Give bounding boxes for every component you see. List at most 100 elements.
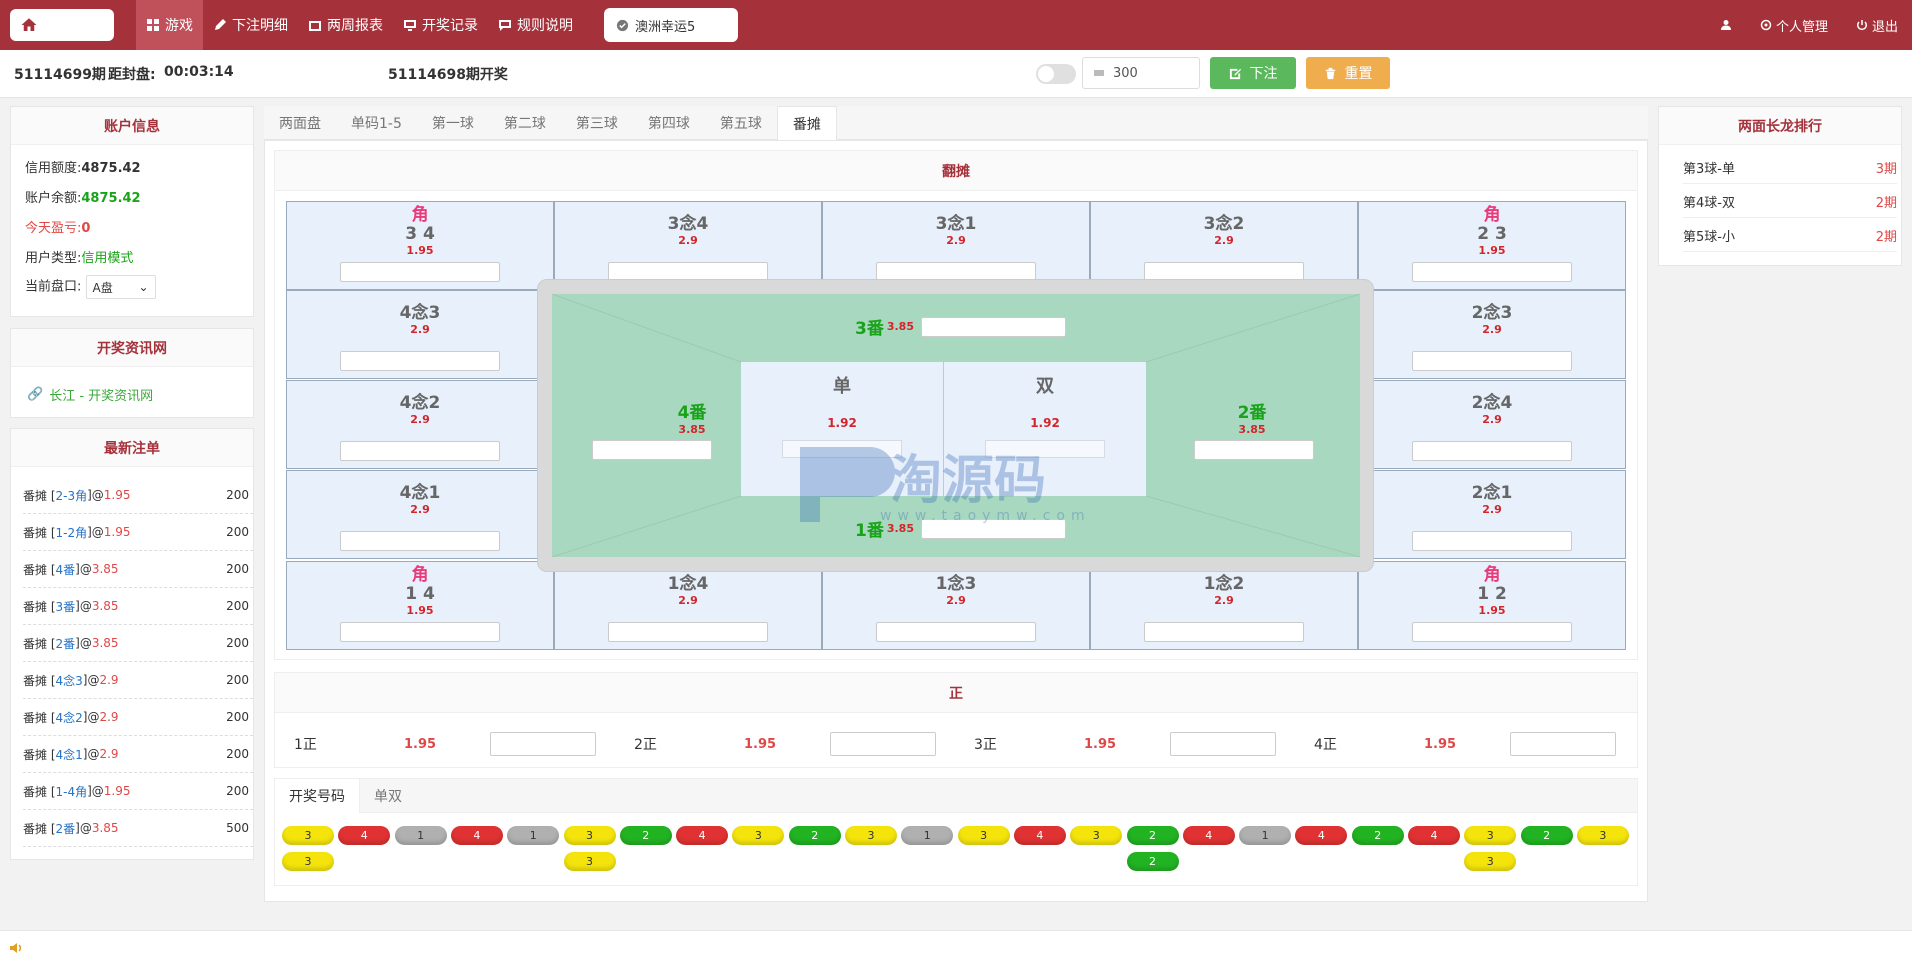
nav-item-rules[interactable]: 规则说明	[488, 0, 583, 50]
bet-amount-input[interactable]: 300	[1082, 57, 1200, 89]
odd-input[interactable]	[782, 440, 902, 458]
fantan-cell[interactable]: 2念1 2.9	[1358, 470, 1626, 559]
bet-odds: 3.85	[91, 821, 119, 835]
cell-input[interactable]	[340, 531, 500, 551]
tab-odd-even[interactable]: 单双	[360, 779, 416, 813]
fan4-input[interactable]	[592, 440, 712, 460]
fantan-cell[interactable]: 4念2 2.9	[286, 380, 554, 469]
tab-game-6[interactable]: 第五球	[705, 106, 777, 140]
fantan-cell[interactable]: 3念1 2.9	[822, 201, 1090, 290]
zheng-input[interactable]	[1170, 732, 1276, 756]
quick-bet-toggle[interactable]	[1036, 64, 1076, 84]
fantan-cell[interactable]: 1念2 2.9	[1090, 561, 1358, 650]
zheng-input[interactable]	[1510, 732, 1616, 756]
bet-item: 4念3	[55, 673, 83, 688]
nav-item-bet-details[interactable]: 下注明细	[203, 0, 298, 50]
fantan-cell[interactable]: 角1 4 1.95	[286, 561, 554, 650]
info-site-link[interactable]: 🔗 长江 - 开奖资讯网	[27, 385, 153, 404]
fan2-input[interactable]	[1194, 440, 1314, 460]
tab-game-3[interactable]: 第二球	[489, 106, 561, 140]
reset-button[interactable]: 重置	[1306, 57, 1390, 89]
fantan-cell[interactable]: 2念3 2.9	[1358, 290, 1626, 379]
fan1-input[interactable]	[920, 518, 1066, 539]
cell-input[interactable]	[340, 622, 500, 642]
tab-game-0[interactable]: 两面盘	[264, 106, 336, 140]
cell-input[interactable]	[1412, 531, 1572, 551]
even-cell[interactable]: 双 1.92	[944, 362, 1146, 496]
even-input[interactable]	[985, 440, 1105, 458]
cell-input[interactable]	[1144, 622, 1304, 642]
bet-amount: 200	[226, 636, 249, 650]
user-button[interactable]	[1720, 19, 1732, 31]
cell-input[interactable]	[1412, 351, 1572, 371]
edit-icon	[1229, 68, 1241, 79]
fantan-cell[interactable]: 1念4 2.9	[554, 561, 822, 650]
close-countdown-label: 距封盘:	[108, 67, 156, 83]
gear-icon	[1760, 19, 1772, 31]
cell-input[interactable]	[340, 262, 500, 282]
tab-game-1[interactable]: 单码1-5	[336, 106, 417, 140]
fan1-cell[interactable]: 1番 3.85	[855, 516, 1066, 541]
bet-item: 1-4角	[55, 784, 88, 799]
odd-cell[interactable]: 单 1.92	[741, 362, 943, 496]
logout-link[interactable]: 退出	[1856, 16, 1898, 35]
tab-draw-numbers[interactable]: 开奖号码	[275, 779, 360, 813]
bottom-bar	[0, 930, 1912, 966]
result-ball: 4	[676, 826, 729, 845]
fantan-cell[interactable]: 角1 2 1.95	[1358, 561, 1626, 650]
fantan-cell[interactable]: 角3 4 1.95	[286, 201, 554, 290]
cell-input[interactable]	[876, 622, 1036, 642]
nav-label: 游戏	[165, 18, 193, 34]
fan3-cell[interactable]: 3番 3.85	[855, 314, 1066, 339]
tab-game-7[interactable]: 番摊	[776, 106, 837, 140]
result-ball: 3	[845, 826, 897, 845]
personal-settings-link[interactable]: 个人管理	[1760, 16, 1828, 35]
cell-input[interactable]	[340, 441, 500, 461]
cell-name: 3 4	[405, 224, 435, 244]
latest-bet-row: 番摊 [2番]@ 3.85 500	[23, 810, 253, 847]
fan4-cell[interactable]: 4番 3.85	[632, 398, 752, 436]
zheng-input[interactable]	[830, 732, 936, 756]
cell-input[interactable]	[1412, 622, 1572, 642]
account-panel-title: 账户信息	[11, 107, 253, 145]
fan2-cell[interactable]: 2番 3.85	[1192, 398, 1312, 436]
zheng-input[interactable]	[490, 732, 596, 756]
main-nav: 游戏 下注明细 两周报表 开奖记录 规则说明	[136, 0, 583, 50]
fantan-cell[interactable]: 2念4 2.9	[1358, 380, 1626, 469]
fan3-input[interactable]	[920, 316, 1066, 337]
long-dragon-count: 2期	[1875, 229, 1897, 245]
game-tabs: 两面盘 单码1-5 第一球 第二球 第三球 第四球 第五球 番摊	[264, 106, 1648, 140]
fantan-cell[interactable]: 4念1 2.9	[286, 470, 554, 559]
result-ball: 3	[282, 826, 334, 845]
fantan-cell[interactable]: 角2 3 1.95	[1358, 201, 1626, 290]
fantan-cell[interactable]: 3念2 2.9	[1090, 201, 1358, 290]
long-dragon-row: 第4球-双 2期	[1683, 185, 1897, 218]
cell-input[interactable]	[1412, 262, 1572, 282]
bet-button[interactable]: 下注	[1210, 57, 1296, 89]
fantan-cell[interactable]: 4念3 2.9	[286, 290, 554, 379]
bet-item: 2-3角	[55, 488, 88, 503]
cell-input[interactable]	[1412, 441, 1572, 461]
nav-label: 规则说明	[517, 18, 573, 34]
nav-item-game[interactable]: 游戏	[136, 0, 203, 50]
market-select[interactable]: A盘 ⌄	[85, 275, 156, 299]
speaker-icon[interactable]	[8, 940, 24, 956]
period-bar: 51114699期 距封盘: 00:03:14 51114698期开奖 300 …	[0, 50, 1912, 98]
cell-name: 3念1	[935, 214, 977, 234]
fantan-cell[interactable]: 3念4 2.9	[554, 201, 822, 290]
link-icon: 🔗	[27, 387, 44, 402]
tab-game-2[interactable]: 第一球	[417, 106, 489, 140]
nav-item-draw-history[interactable]: 开奖记录	[393, 0, 488, 50]
nav-item-report[interactable]: 两周报表	[298, 0, 393, 50]
tab-game-5[interactable]: 第四球	[633, 106, 705, 140]
cell-input[interactable]	[340, 351, 500, 371]
zheng-odds: 1.95	[404, 736, 437, 752]
home-button[interactable]	[10, 9, 114, 41]
lottery-select-button[interactable]: 澳洲幸运5	[604, 8, 738, 42]
bet-amount: 200	[226, 599, 249, 613]
tab-game-4[interactable]: 第三球	[561, 106, 633, 140]
cell-input[interactable]	[608, 622, 768, 642]
long-dragon-count: 2期	[1875, 195, 1897, 211]
fantan-cell[interactable]: 1念3 2.9	[822, 561, 1090, 650]
